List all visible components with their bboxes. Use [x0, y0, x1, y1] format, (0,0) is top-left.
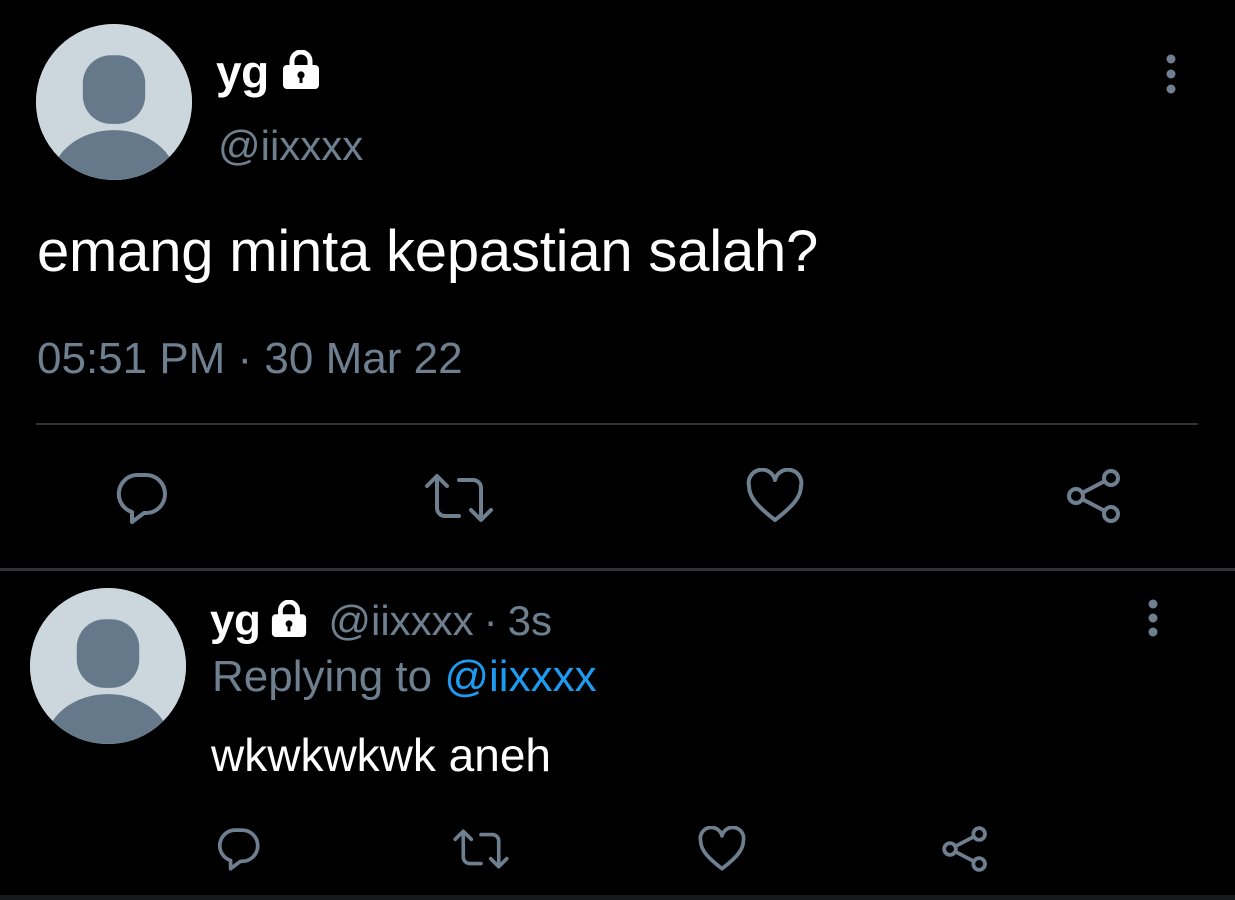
reply-like-button[interactable]: [697, 826, 747, 872]
share-icon: [1067, 469, 1120, 523]
reply-avatar[interactable]: [30, 588, 186, 744]
reply-more-options-icon[interactable]: [1141, 598, 1165, 642]
reply-button[interactable]: [112, 470, 170, 526]
tweet-timestamp[interactable]: 05:51 PM · 30 Mar 22: [37, 334, 463, 384]
author-handle[interactable]: @iixxxx: [218, 122, 363, 170]
main-tweet: yg @iixxxx emang minta kepastian salah? …: [0, 0, 1235, 570]
replying-to-handle-link[interactable]: @iixxxx: [444, 652, 596, 701]
reply-time[interactable]: 3s: [508, 597, 552, 645]
reply-share-button[interactable]: [940, 824, 990, 874]
tweet-text: emang minta kepastian salah?: [37, 219, 819, 284]
author-name-row: yg: [216, 44, 323, 100]
heart-icon: [746, 468, 804, 522]
author-display-name[interactable]: yg: [216, 45, 269, 99]
reply-retweet-button[interactable]: [452, 828, 510, 870]
divider: [36, 423, 1198, 425]
more-options-icon[interactable]: [1159, 53, 1183, 97]
replying-to: Replying to @iixxxx: [212, 652, 597, 702]
section-divider: [0, 568, 1235, 571]
default-avatar-icon: [36, 24, 192, 180]
avatar[interactable]: [36, 24, 192, 180]
reply-author-display-name[interactable]: yg: [210, 596, 261, 646]
separator-dot: ·: [483, 597, 498, 644]
like-button[interactable]: [745, 468, 805, 524]
share-button[interactable]: [1064, 466, 1124, 526]
reply-author-handle[interactable]: @iixxxx: [328, 597, 473, 645]
bottom-divider: [0, 895, 1235, 900]
share-icon: [942, 826, 987, 872]
retweet-icon: [425, 474, 493, 522]
lock-icon: [279, 49, 323, 95]
replying-to-label: Replying to: [212, 652, 445, 701]
tweet-screen: yg @iixxxx emang minta kepastian salah? …: [0, 0, 1235, 900]
reply-icon: [217, 828, 260, 871]
reply-icon: [116, 473, 167, 524]
reply-text: wkwkwkwk aneh: [211, 729, 551, 781]
retweet-icon: [453, 829, 509, 869]
default-avatar-icon: [30, 588, 186, 744]
heart-icon: [698, 826, 746, 871]
reply-reply-button[interactable]: [214, 826, 262, 872]
lock-icon: [268, 599, 310, 643]
retweet-button[interactable]: [423, 472, 495, 524]
reply-header: yg @iixxxx · 3s: [210, 594, 552, 648]
